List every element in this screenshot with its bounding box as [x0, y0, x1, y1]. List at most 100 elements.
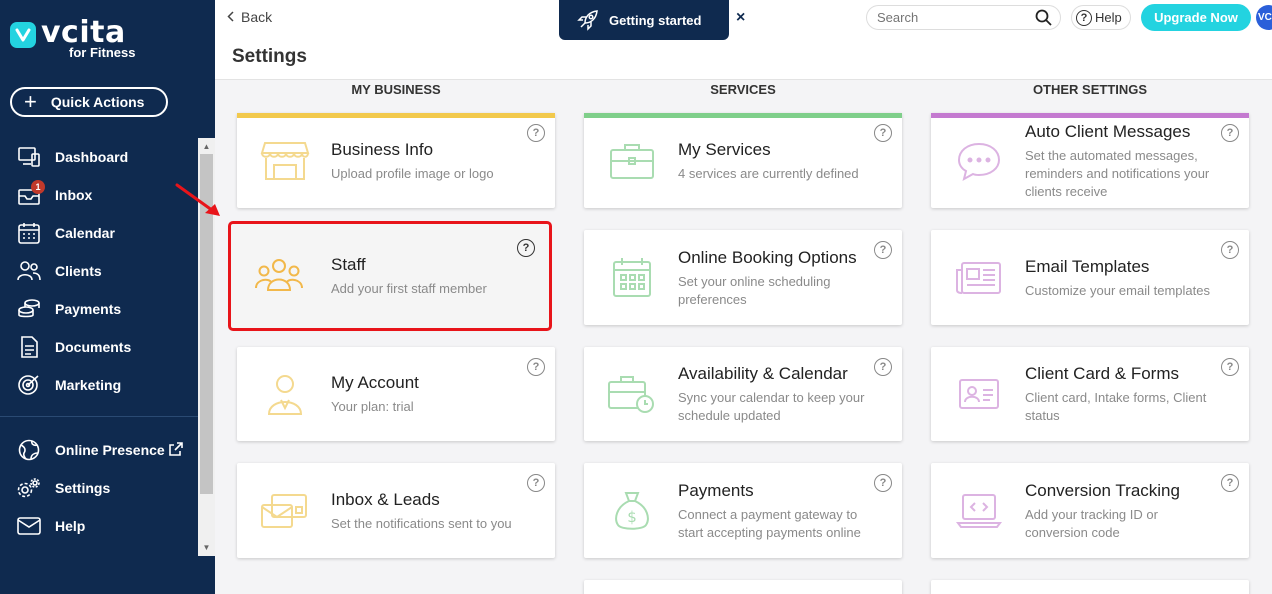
logo-name: vcita: [41, 15, 126, 50]
card-accent-line: [584, 113, 902, 118]
sidebar-item-label: Marketing: [55, 377, 122, 393]
card-help-icon[interactable]: ?: [874, 124, 892, 142]
sidebar-item-help[interactable]: Help: [0, 507, 198, 545]
sidebar-item-settings[interactable]: Settings: [0, 469, 198, 507]
card-help-icon[interactable]: ?: [874, 241, 892, 259]
card-help-icon[interactable]: ?: [1221, 241, 1239, 259]
card-help-icon[interactable]: ?: [527, 358, 545, 376]
card-text: Conversion Tracking Add your tracking ID…: [1025, 480, 1219, 542]
page-title: Settings: [232, 46, 307, 67]
card-description: Customize your email templates: [1025, 282, 1210, 298]
card-help-icon[interactable]: ?: [1221, 358, 1239, 376]
card-accent-line: [237, 113, 555, 118]
card-text: My Services 4 services are currently def…: [678, 139, 872, 183]
close-icon[interactable]: ×: [736, 9, 745, 27]
scroll-down-icon[interactable]: ▼: [198, 540, 215, 554]
card-help-icon[interactable]: ?: [527, 124, 545, 142]
card-accent-line: [931, 113, 1249, 118]
sidebar-item-clients[interactable]: Clients: [0, 252, 198, 290]
help-label: Help: [1095, 10, 1122, 25]
card-help-icon[interactable]: ?: [874, 358, 892, 376]
clients-icon: [16, 258, 42, 284]
upgrade-now-button[interactable]: Upgrade Now: [1141, 4, 1251, 31]
quick-actions-button[interactable]: + Quick Actions: [10, 87, 168, 117]
card-business-info[interactable]: Business Info Upload profile image or lo…: [237, 113, 555, 208]
card-title: Availability & Calendar: [678, 364, 848, 383]
card-title: Client Card & Forms: [1025, 364, 1179, 383]
card-description: Your plan: trial: [331, 399, 414, 414]
card-text: Availability & Calendar Sync your calend…: [678, 363, 872, 425]
card-title: Inbox & Leads: [331, 489, 440, 509]
sidebar-item-label: Clients: [55, 263, 102, 279]
card-conversion-tracking[interactable]: Conversion Tracking Add your tracking ID…: [931, 463, 1249, 558]
newsletter-icon: [953, 256, 1005, 300]
card-inbox-leads[interactable]: Inbox & Leads Set the notifications sent…: [237, 463, 555, 558]
card-description: Connect a payment gateway to start accep…: [678, 506, 861, 540]
sidebar-item-payments[interactable]: Payments: [0, 290, 198, 328]
card-my-account[interactable]: My Account Your plan: trial ?: [237, 347, 555, 441]
card-help-icon[interactable]: ?: [1221, 124, 1239, 142]
card-help-icon[interactable]: ?: [527, 474, 545, 492]
getting-started-button[interactable]: Getting started: [559, 0, 729, 40]
card-title: Online Booking Options: [678, 247, 857, 267]
sidebar-item-online-presence[interactable]: Online Presence: [0, 431, 198, 469]
card-text: Email Templates Customize your email tem…: [1025, 256, 1219, 300]
svg-text:$: $: [627, 508, 637, 526]
question-icon: ?: [1076, 9, 1092, 26]
red-arrow-annotation: [175, 183, 220, 216]
card-help-icon[interactable]: ?: [517, 239, 535, 257]
column-heading-services: SERVICES: [710, 82, 776, 97]
card-staff[interactable]: Staff Add your first staff member ?: [228, 221, 552, 331]
card-title: My Services: [678, 139, 771, 159]
card-text: Online Booking Options Set your online s…: [678, 247, 872, 309]
card-partial[interactable]: [931, 580, 1249, 594]
logo-mark-icon: [10, 22, 36, 48]
card-description: Client card, Intake forms, Client status: [1025, 390, 1207, 423]
card-payments[interactable]: $ Payments Connect a payment gateway to …: [584, 463, 902, 558]
chevron-left-icon: [227, 9, 234, 25]
search-input[interactable]: [877, 10, 1027, 25]
card-description: Set the notifications sent to you: [331, 515, 512, 531]
calendar-icon: [16, 220, 42, 246]
sidebar-item-inbox[interactable]: 1 Inbox: [0, 176, 198, 214]
card-description: Set the automated messages, reminders an…: [1025, 147, 1210, 199]
staff-group-icon: [253, 254, 305, 298]
card-text: Business Info Upload profile image or lo…: [331, 139, 525, 183]
card-my-services[interactable]: My Services 4 services are currently def…: [584, 113, 902, 208]
sidebar-item-dashboard[interactable]: Dashboard: [0, 138, 198, 176]
card-description: Sync your calendar to keep your schedule…: [678, 390, 865, 423]
sidebar-nav-secondary: Online Presence Settings Help: [0, 431, 198, 545]
card-title: Auto Client Messages: [1025, 121, 1191, 141]
back-link[interactable]: Back: [227, 9, 272, 25]
card-help-icon[interactable]: ?: [1221, 474, 1239, 492]
search-icon[interactable]: [1035, 9, 1052, 29]
card-text: Staff Add your first staff member: [331, 254, 519, 298]
avatar[interactable]: VC: [1256, 5, 1272, 30]
logo[interactable]: vcita for Fitness: [10, 18, 135, 60]
search-box: [866, 5, 1061, 30]
sidebar-item-documents[interactable]: Documents: [0, 328, 198, 366]
account-person-icon: [259, 372, 311, 416]
sidebar-item-label: Payments: [55, 301, 122, 317]
sidebar-item-marketing[interactable]: Marketing: [0, 366, 198, 404]
card-availability-calendar[interactable]: Availability & Calendar Sync your calend…: [584, 347, 902, 441]
sidebar-item-label: Inbox: [55, 187, 93, 203]
card-auto-client-messages[interactable]: Auto Client Messages Set the automated m…: [931, 113, 1249, 208]
card-email-templates[interactable]: Email Templates Customize your email tem…: [931, 230, 1249, 325]
storefront-icon: [259, 139, 311, 183]
card-help-icon[interactable]: ?: [874, 474, 892, 492]
booking-calendar-icon: [606, 256, 658, 300]
help-button[interactable]: ? Help: [1071, 5, 1131, 30]
card-online-booking[interactable]: Online Booking Options Set your online s…: [584, 230, 902, 325]
page-header: Settings: [215, 34, 1272, 80]
card-client-card-forms[interactable]: Client Card & Forms Client card, Intake …: [931, 347, 1249, 441]
inbox-badge: 1: [31, 180, 45, 194]
card-description: Add your tracking ID or conversion code: [1025, 506, 1158, 540]
card-title: My Account: [331, 373, 419, 392]
card-partial[interactable]: [584, 580, 902, 594]
dashboard-icon: [16, 144, 42, 170]
card-text: Client Card & Forms Client card, Intake …: [1025, 363, 1219, 425]
top-bar: Back Getting started × ? Help Upgrade No…: [215, 0, 1272, 40]
scroll-up-icon[interactable]: ▲: [198, 139, 215, 153]
sidebar-item-calendar[interactable]: Calendar: [0, 214, 198, 252]
